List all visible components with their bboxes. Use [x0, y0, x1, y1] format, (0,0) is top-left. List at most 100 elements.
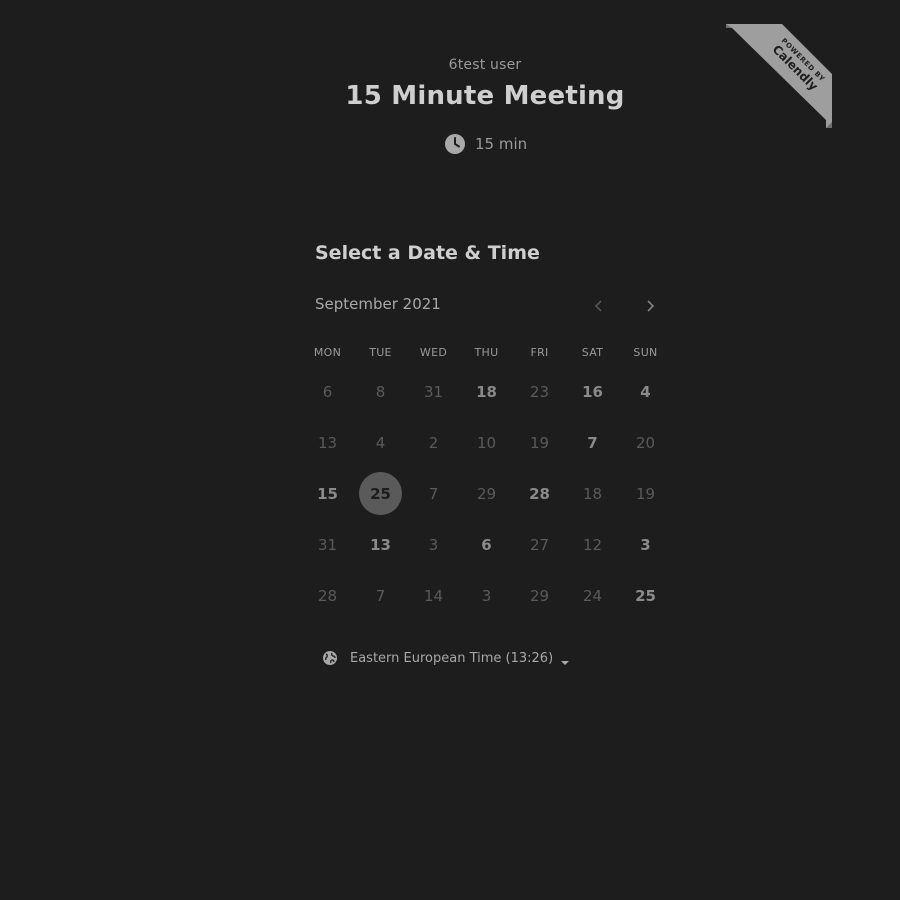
calendar-day: 29: [460, 472, 513, 516]
calendar-day-label: 4: [640, 382, 651, 401]
calendar-day-selected[interactable]: 25: [354, 472, 407, 516]
calendar-day-label: 6: [481, 535, 492, 554]
calendar-day-label: 23: [529, 382, 550, 401]
calendar-day[interactable]: 28: [513, 472, 566, 516]
calendar-day[interactable]: 16: [566, 370, 619, 414]
timezone-selector[interactable]: Eastern European Time (13:26): [322, 650, 570, 666]
calendar-day-label: 7: [587, 433, 598, 452]
calendar-day: 20: [619, 421, 672, 465]
calendar-day: 3: [460, 574, 513, 618]
next-month-button[interactable]: [639, 295, 661, 317]
calendar-day-label: 10: [476, 433, 497, 452]
weekday-label: TUE: [369, 346, 392, 359]
chevron-left-icon: [594, 300, 602, 312]
calendar-day-label: 20: [635, 433, 656, 452]
calendar-day: 4: [354, 421, 407, 465]
calendar-day: 3: [407, 523, 460, 567]
duration-label: 15 min: [475, 135, 528, 153]
calendar-day-label: 13: [317, 433, 338, 452]
timezone-label: Eastern European Time (13:26): [350, 650, 554, 666]
calendar-day: 13: [301, 421, 354, 465]
calendar-day-label: 7: [375, 586, 386, 605]
calendar-day-label: 6: [322, 382, 333, 401]
calendar-day-label: 4: [375, 433, 386, 452]
calendar-day: 2: [407, 421, 460, 465]
calendar-week-row: 31 13 3 6 27 12 3: [301, 519, 672, 570]
clock-icon: [445, 134, 465, 154]
calendar-day: 10: [460, 421, 513, 465]
calendar-day-label: 28: [529, 484, 550, 503]
weekday-label: THU: [474, 346, 499, 359]
calendar-day-label: 27: [529, 535, 550, 554]
calendar-day[interactable]: 4: [619, 370, 672, 414]
calendar-week-row: 6 8 31 18 23 16 4: [301, 366, 672, 417]
calendar-day: 28: [301, 574, 354, 618]
calendar-day-label: 18: [476, 382, 497, 401]
calendar-day-label: 15: [317, 484, 338, 503]
calendar-week-row: 13 4 2 10 19 7 20: [301, 417, 672, 468]
calendar-day[interactable]: 3: [619, 523, 672, 567]
caret-down-icon: [561, 655, 570, 665]
calendar-day: 29: [513, 574, 566, 618]
weekday-header: MON TUE WED THU FRI SAT SUN: [301, 346, 672, 359]
calendar-day: 12: [566, 523, 619, 567]
weekday-label: MON: [313, 346, 342, 359]
calendar-day: 24: [566, 574, 619, 618]
calendar-day[interactable]: 15: [301, 472, 354, 516]
calendar-day-label: 14: [423, 586, 444, 605]
calendar-day[interactable]: 18: [460, 370, 513, 414]
calendar-day-label: 28: [317, 586, 338, 605]
calendar-day: 23: [513, 370, 566, 414]
booking-page: 6test user 15 Minute Meeting 15 min POWE…: [0, 0, 900, 900]
calendar-day: 31: [301, 523, 354, 567]
calendar-day-label: 13: [370, 535, 391, 554]
calendar-day: 6: [301, 370, 354, 414]
month-navigation: September 2021: [315, 295, 665, 317]
calendar-day-label: 31: [423, 382, 444, 401]
calendar-day[interactable]: 7: [566, 421, 619, 465]
calendar-day-label: 25: [359, 472, 402, 515]
calendar-day-label: 24: [582, 586, 603, 605]
calendar-day-label: 19: [529, 433, 550, 452]
calendar-day: 18: [566, 472, 619, 516]
calendar-day: 8: [354, 370, 407, 414]
calendar-day-label: 18: [582, 484, 603, 503]
weekday-label: SUN: [633, 346, 658, 359]
calendar-day: 7: [354, 574, 407, 618]
previous-month-button[interactable]: [588, 295, 610, 317]
chevron-right-icon: [647, 300, 655, 312]
calendar-day-label: 25: [635, 586, 656, 605]
calendar-day-label: 29: [476, 484, 497, 503]
globe-icon: [322, 650, 338, 666]
calendar-day-label: 3: [640, 535, 651, 554]
calendar-day: 14: [407, 574, 460, 618]
calendar-day[interactable]: 13: [354, 523, 407, 567]
calendar-day: 7: [407, 472, 460, 516]
calendar-day-label: 12: [582, 535, 603, 554]
calendar-day-label: 19: [635, 484, 656, 503]
calendar-day-label: 8: [375, 382, 386, 401]
calendar-day[interactable]: 6: [460, 523, 513, 567]
calendar-day-label: 3: [428, 535, 439, 554]
calendar-day-label: 16: [582, 382, 603, 401]
calendar-day[interactable]: 25: [619, 574, 672, 618]
calendar-grid: 6 8 31 18 23 16 4 13 4 2 10 19 7 20 15 25 7 29 28 18 19 31 13 3…: [301, 366, 672, 621]
calendar-day-label: 2: [428, 433, 439, 452]
calendar-week-row: 15 25 7 29 28 18 19: [301, 468, 672, 519]
calendar-week-row: 28 7 14 3 29 24 25: [301, 570, 672, 621]
powered-by-calendly-badge[interactable]: POWERED BY Calendly: [726, 24, 832, 128]
calendar-day: 27: [513, 523, 566, 567]
month-label: September 2021: [315, 295, 441, 313]
calendar-day-label: 31: [317, 535, 338, 554]
weekday-label: FRI: [530, 346, 549, 359]
calendar-day-label: 3: [481, 586, 492, 605]
calendar-day: 19: [619, 472, 672, 516]
event-duration: 15 min: [445, 134, 527, 154]
calendar-day: 31: [407, 370, 460, 414]
picker-title: Select a Date & Time: [315, 242, 540, 264]
calendar-day-label: 7: [428, 484, 439, 503]
calendar-day-label: 29: [529, 586, 550, 605]
weekday-label: WED: [419, 346, 448, 359]
weekday-label: SAT: [581, 346, 604, 359]
calendar-day: 19: [513, 421, 566, 465]
